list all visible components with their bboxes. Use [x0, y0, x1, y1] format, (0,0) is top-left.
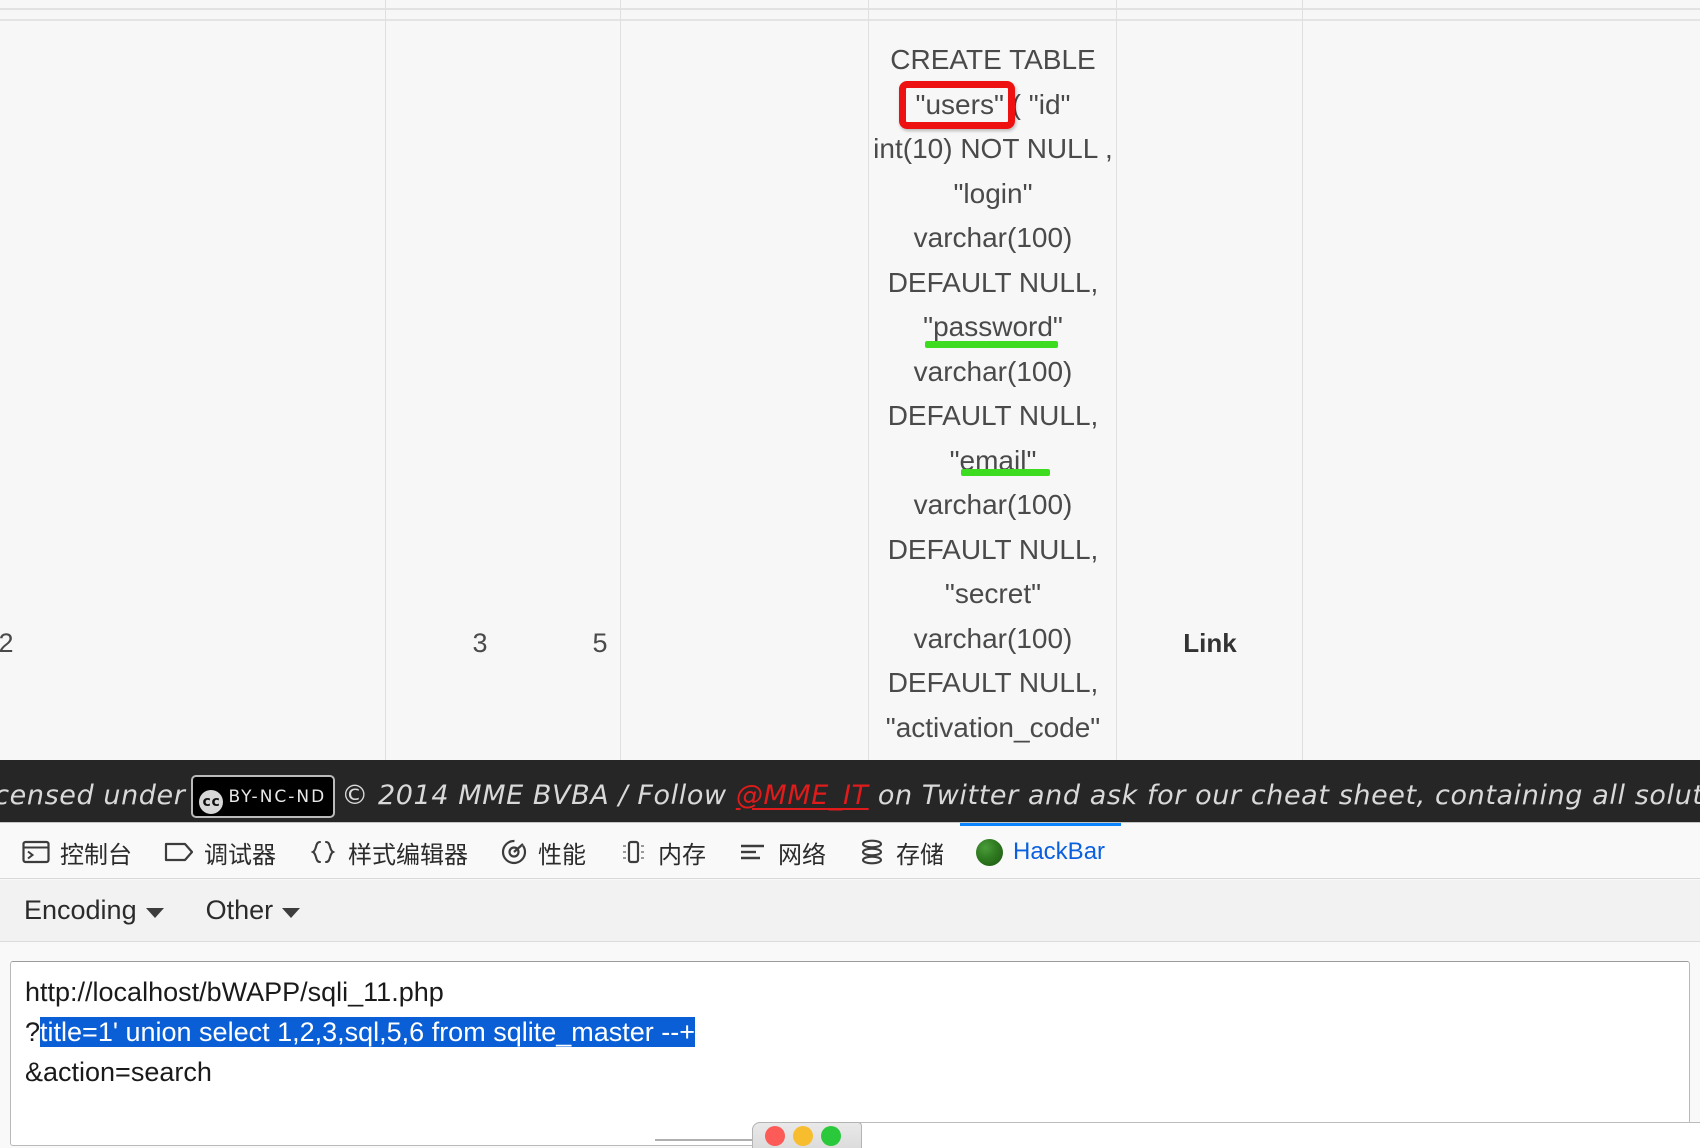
- table-cell-col1: 2: [0, 628, 14, 658]
- devtools-tab-network[interactable]: 网络: [722, 823, 842, 878]
- close-window-button[interactable]: [765, 1126, 785, 1146]
- devtools-tab-label: 网络: [778, 841, 826, 869]
- devtools-tab-debugger[interactable]: 调试器: [148, 823, 292, 878]
- devtools-tab-label: 样式编辑器: [348, 841, 468, 869]
- other-dropdown[interactable]: Other: [200, 891, 307, 930]
- table-header-rule-bottom: [0, 19, 1700, 21]
- page-footer-bar: licensed underccBY-NC-ND© 2014 MME BVBA …: [0, 760, 1700, 822]
- devtools-tab-performance[interactable]: 性能: [484, 823, 602, 878]
- devtools-tab-label: HackBar: [1013, 838, 1106, 865]
- table-cell-link[interactable]: Link: [1130, 630, 1290, 656]
- devtools-tab-label: 调试器: [204, 841, 276, 869]
- debugger-icon: [164, 840, 194, 864]
- table-column-divider-5: [1302, 0, 1303, 760]
- table-cell-col2: 3: [472, 628, 488, 658]
- devtools-tab-label: 性能: [538, 841, 586, 869]
- maximize-window-button[interactable]: [821, 1126, 841, 1146]
- storage-icon: [858, 839, 886, 865]
- network-icon: [738, 840, 768, 864]
- table-cell-sql-schema: CREATE TABLE "users" ( "id" int(10) NOT …: [873, 44, 1113, 743]
- hackbar-icon: [976, 838, 1003, 866]
- devtools-tab-style-editor[interactable]: 样式编辑器: [292, 823, 484, 878]
- url-query-selected-text: title=1' union select 1,2,3,sql,5,6 from…: [40, 1017, 696, 1047]
- footer-suffix: on Twitter and ask for our cheat sheet, …: [877, 780, 1700, 811]
- encoding-dropdown[interactable]: Encoding: [18, 891, 170, 930]
- url-line-base: http://localhost/bWAPP/sqli_11.php: [25, 977, 444, 1007]
- footer-text: licensed underccBY-NC-ND© 2014 MME BVBA …: [0, 775, 1700, 818]
- window-titlebar[interactable]: [752, 1122, 862, 1148]
- chevron-down-icon: [282, 907, 301, 918]
- url-line-action: &action=search: [25, 1057, 212, 1087]
- creative-commons-badge: cc BY-NC-ND: [191, 775, 336, 818]
- devtools-tab-label: 内存: [658, 841, 706, 869]
- hackbar-toolbar: Encoding Other: [0, 880, 1700, 942]
- style-editor-icon: [308, 839, 338, 865]
- footer-copyright: © 2014 MME BVBA / Follow: [341, 780, 727, 811]
- annotation-red-box-users: [899, 81, 1015, 129]
- chevron-down-icon: [145, 907, 164, 918]
- memory-icon: [618, 839, 648, 865]
- url-line-query: ?title=1' union select 1,2,3,sql,5,6 fro…: [25, 1012, 1689, 1052]
- devtools-tabbar: 控制台 调试器 样式编辑器 性能 内存 网络 存储 HackBar: [0, 823, 1700, 879]
- devtools-tab-label: 存储: [896, 841, 944, 869]
- table-column-divider-4: [1116, 0, 1117, 760]
- devtools-tab-hackbar[interactable]: HackBar: [960, 823, 1122, 878]
- footer-prefix: licensed under: [0, 780, 186, 811]
- background-window: [752, 1122, 1700, 1148]
- encoding-dropdown-label: Encoding: [24, 895, 137, 925]
- hackbar-url-textarea[interactable]: http://localhost/bWAPP/sqli_11.php ?titl…: [10, 961, 1690, 1146]
- table-column-divider-1: [385, 0, 386, 760]
- table-column-divider-3: [868, 0, 869, 760]
- url-query-prefix: ?: [25, 1017, 41, 1047]
- minimize-window-button[interactable]: [793, 1126, 813, 1146]
- annotation-green-underline-email: [961, 469, 1050, 476]
- other-dropdown-label: Other: [205, 895, 274, 925]
- background-window-edge: [655, 1139, 753, 1141]
- devtools-tab-memory[interactable]: 内存: [602, 823, 722, 878]
- console-icon: [22, 840, 50, 864]
- devtools-tab-console[interactable]: 控制台: [6, 823, 148, 878]
- twitter-handle-link[interactable]: @MME_IT: [736, 780, 869, 811]
- performance-icon: [500, 838, 528, 866]
- result-table: 2 3 5 CREATE TABLE "users" ( "id" int(10…: [0, 0, 1700, 760]
- table-header-rule-top: [0, 8, 1700, 10]
- cc-icon: cc: [199, 790, 224, 814]
- screen-root: 2 3 5 CREATE TABLE "users" ( "id" int(10…: [0, 0, 1700, 1148]
- cc-terms: BY-NC-ND: [228, 787, 327, 807]
- bwapp-result-table-area: 2 3 5 CREATE TABLE "users" ( "id" int(10…: [0, 0, 1700, 760]
- devtools-panel: 控制台 调试器 样式编辑器 性能 内存 网络 存储 HackBar Encodi…: [0, 822, 1700, 1148]
- devtools-tab-storage[interactable]: 存储: [842, 823, 960, 878]
- devtools-tab-label: 控制台: [60, 841, 132, 869]
- table-cell-col3: 5: [592, 628, 608, 658]
- annotation-green-underline-password: [925, 341, 1058, 348]
